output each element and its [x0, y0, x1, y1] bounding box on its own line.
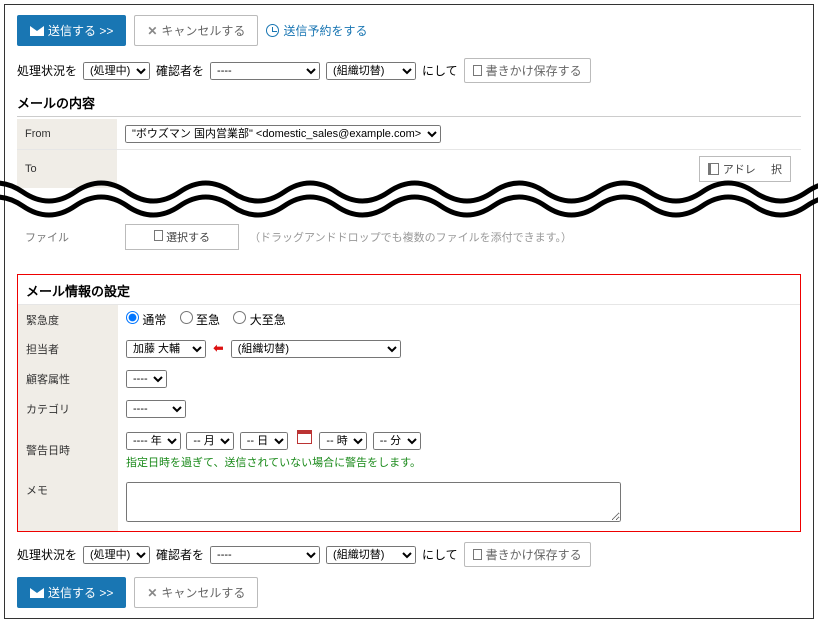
urgency-normal[interactable]: 通常	[126, 313, 166, 327]
cancel-button-bottom-label: キャンセルする	[161, 584, 245, 601]
warn-minute-select[interactable]: -- 分	[373, 432, 421, 450]
address-book-icon	[708, 163, 719, 175]
save-draft-label-bottom: 書きかけ保存する	[486, 546, 582, 563]
approver-select-bottom[interactable]: ----	[210, 546, 320, 564]
send-button[interactable]: 送信する >>	[17, 15, 126, 46]
send-button-bottom[interactable]: 送信する >>	[17, 577, 126, 608]
memo-label: メモ	[18, 476, 118, 531]
clock-icon	[266, 24, 279, 37]
close-icon: ✕	[147, 24, 157, 38]
from-select[interactable]: "ボウズマン 国内営業部" <domestic_sales@example.co…	[125, 125, 441, 143]
to-label-1: にして	[422, 62, 458, 79]
save-draft-label-top: 書きかけ保存する	[486, 62, 582, 79]
save-draft-button-bottom[interactable]: 書きかけ保存する	[464, 542, 591, 567]
urgency-very-urgent[interactable]: 大至急	[233, 313, 285, 327]
status-label-1: 処理状況を	[17, 62, 77, 79]
assignee-label: 担当者	[18, 334, 118, 364]
customer-attr-label: 顧客属性	[18, 364, 118, 394]
warn-date-help: 指定日時を過ぎて、送信されていない場合に警告をします。	[126, 454, 792, 470]
schedule-link-label: 送信予約をする	[283, 22, 367, 39]
cancel-button-label: キャンセルする	[161, 22, 245, 39]
assignee-select[interactable]: 加藤 大輔	[126, 340, 206, 358]
urgency-label: 緊急度	[18, 305, 118, 334]
schedule-link[interactable]: 送信予約をする	[266, 22, 367, 39]
file-hint: （ドラッグアンドドロップでも複数のファイルを添付できます。）	[249, 229, 572, 245]
file-select-button[interactable]: 選択する	[125, 224, 239, 250]
customer-attr-select[interactable]: ----	[126, 370, 167, 388]
envelope-icon	[30, 588, 44, 598]
close-icon: ✕	[147, 586, 157, 600]
cancel-button-bottom[interactable]: ✕ キャンセルする	[134, 577, 258, 608]
process-status-select[interactable]: (処理中)	[83, 62, 150, 80]
warn-month-select[interactable]: -- 月	[186, 432, 234, 450]
file-label: ファイル	[17, 218, 117, 256]
memo-textarea[interactable]	[126, 482, 621, 522]
send-button-bottom-label: 送信する >>	[48, 584, 113, 601]
org-switch-select-top[interactable]: (組織切替)	[326, 62, 416, 80]
approver-label: 確認者を	[156, 62, 204, 79]
cancel-button[interactable]: ✕ キャンセルする	[134, 15, 258, 46]
to-label-2: にして	[422, 546, 458, 563]
warn-hour-select[interactable]: -- 時	[319, 432, 367, 450]
save-draft-button-top[interactable]: 書きかけ保存する	[464, 58, 591, 83]
from-label: From	[17, 119, 117, 150]
document-icon	[154, 230, 163, 241]
mail-content-title: メールの内容	[17, 93, 801, 117]
category-select[interactable]: ----	[126, 400, 186, 418]
address-book-btn-label: アドレ 択	[723, 161, 782, 177]
send-button-label: 送信する >>	[48, 22, 113, 39]
document-icon	[473, 549, 482, 560]
approver-select[interactable]: ----	[210, 62, 320, 80]
assignee-org-select[interactable]: (組織切替)	[231, 340, 401, 358]
calendar-icon[interactable]	[297, 430, 312, 444]
category-label: カテゴリ	[18, 394, 118, 424]
mail-info-settings-title: メール情報の設定	[18, 275, 800, 305]
status-label-2: 処理状況を	[17, 546, 77, 563]
urgency-urgent[interactable]: 至急	[180, 313, 220, 327]
org-switch-select-bottom[interactable]: (組織切替)	[326, 546, 416, 564]
warn-day-select[interactable]: -- 日	[240, 432, 288, 450]
wave-separator	[0, 178, 818, 218]
process-status-select-bottom[interactable]: (処理中)	[83, 546, 150, 564]
red-arrow-icon: ⬅	[213, 341, 223, 355]
document-icon	[473, 65, 482, 76]
warn-date-label: 警告日時	[18, 424, 118, 476]
approver-label-2: 確認者を	[156, 546, 204, 563]
mail-info-settings-box: メール情報の設定 緊急度 通常 至急 大至急 担当者 加藤 大輔 ⬅ (組織切替	[17, 274, 801, 532]
file-select-button-label: 選択する	[166, 232, 210, 244]
envelope-icon	[30, 26, 44, 36]
warn-year-select[interactable]: ---- 年	[126, 432, 181, 450]
